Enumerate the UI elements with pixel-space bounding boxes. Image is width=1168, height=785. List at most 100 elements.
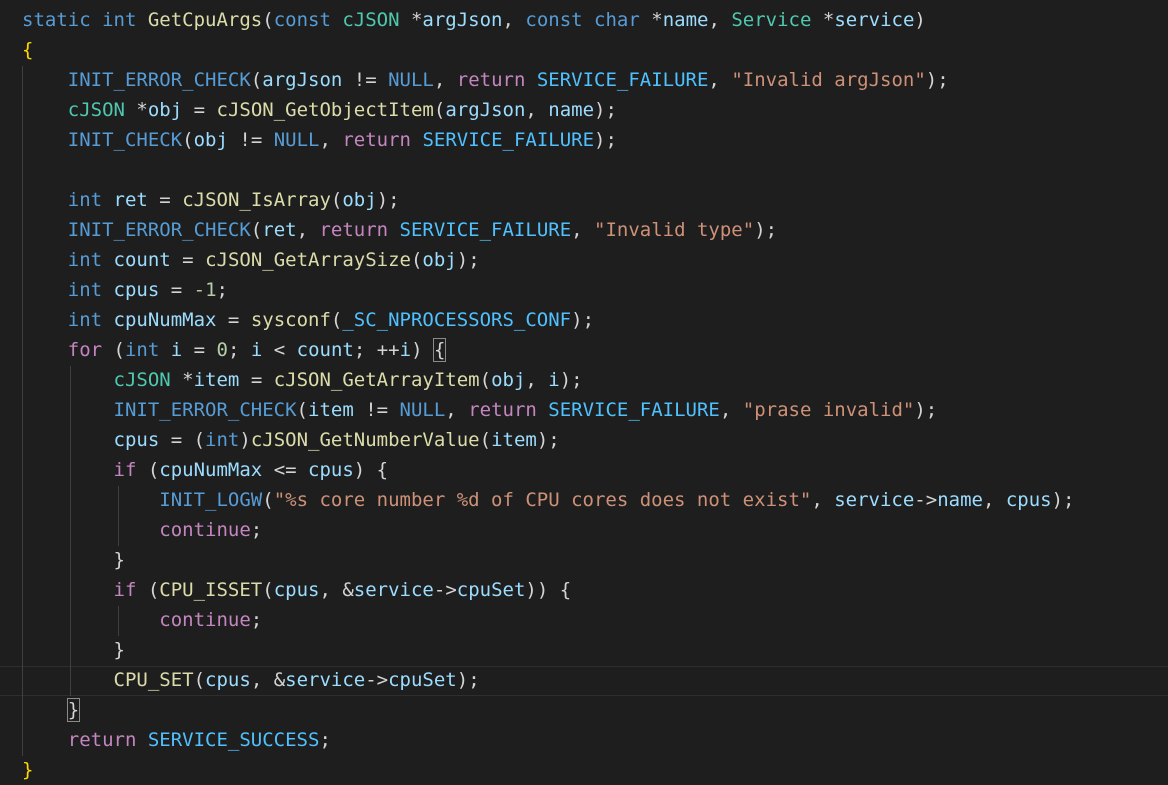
code-token: int	[67, 249, 114, 271]
code-line[interactable]: continue;	[22, 515, 262, 545]
code-line[interactable]: }	[22, 635, 125, 665]
code-line[interactable]: continue;	[22, 605, 262, 635]
code-token: ,	[433, 69, 457, 91]
code-token: );	[754, 219, 778, 241]
code-token: continue	[159, 609, 251, 631]
code-token: , &	[319, 579, 354, 601]
code-token: *	[410, 9, 423, 31]
code-token: ->	[433, 579, 457, 601]
code-token: ;	[250, 609, 263, 631]
code-line[interactable]: INIT_ERROR_CHECK(item != NULL, return SE…	[22, 395, 938, 425]
code-token: (	[250, 69, 263, 91]
code-token: ,	[525, 99, 549, 121]
code-token: "Invalid type"	[594, 219, 755, 241]
code-token: cpus	[308, 459, 354, 481]
code-token: int	[124, 339, 171, 361]
code-token: );	[914, 399, 938, 421]
code-token: obj	[342, 189, 377, 211]
code-line[interactable]: {	[22, 35, 33, 65]
code-token: }	[66, 698, 81, 722]
code-token: cJSON	[342, 9, 411, 31]
code-token: SERVICE_FAILURE	[536, 69, 709, 91]
code-line[interactable]: CPU_SET(cpus, &service->cpuSet);	[22, 665, 480, 695]
code-token: );	[456, 249, 480, 271]
code-token: return	[468, 399, 549, 421]
code-line[interactable]: cJSON *obj = cJSON_GetObjectItem(argJson…	[22, 95, 617, 125]
code-token: obj	[422, 249, 457, 271]
code-token: (	[182, 129, 194, 151]
code-line[interactable]: }	[22, 545, 125, 575]
code-token: (	[250, 219, 263, 241]
code-token: INIT_ERROR_CHECK	[113, 399, 297, 421]
code-token: (	[147, 459, 160, 481]
code-token: !=	[353, 399, 400, 421]
code-token: ;	[216, 279, 228, 301]
code-token: argJson	[445, 99, 526, 121]
code-token: );	[925, 69, 949, 91]
code-token: static int	[22, 9, 148, 31]
code-line[interactable]: int ret = cJSON_IsArray(obj);	[22, 185, 400, 215]
code-token: cJSON	[113, 369, 183, 391]
code-line[interactable]: if (CPU_ISSET(cpus, &service->cpuSet)) {	[22, 575, 572, 605]
code-line[interactable]: static int GetCpuArgs(const cJSON *argJs…	[22, 5, 926, 35]
code-token: SERVICE_FAILURE	[548, 399, 720, 421]
code-token: (	[262, 489, 274, 511]
code-token: return	[342, 129, 423, 151]
code-token: )) {	[525, 579, 572, 601]
code-token: (	[296, 399, 308, 421]
code-token: NULL	[388, 69, 434, 91]
code-token: *	[182, 369, 194, 391]
code-line[interactable]: if (cpuNumMax <= cpus) {	[22, 455, 389, 485]
code-token: ret	[262, 219, 297, 241]
code-line[interactable]: INIT_CHECK(obj != NULL, return SERVICE_F…	[22, 125, 617, 155]
code-line[interactable]: }	[22, 695, 81, 725]
code-line[interactable]: INIT_LOGW("%s core number %d of CPU core…	[22, 485, 1075, 515]
code-line[interactable]: INIT_ERROR_CHECK(ret, return SERVICE_FAI…	[22, 215, 777, 245]
code-line[interactable]: INIT_ERROR_CHECK(argJson != NULL, return…	[22, 65, 949, 95]
code-token: *	[136, 99, 148, 121]
code-token: -1	[193, 279, 217, 301]
code-token: sysconf	[250, 309, 331, 331]
code-line[interactable]: int cpus = -1;	[22, 275, 228, 305]
code-token: ,	[571, 219, 595, 241]
code-token: (	[262, 579, 274, 601]
code-token: service	[285, 669, 366, 691]
code-token: int	[67, 279, 114, 301]
code-token: );	[1051, 489, 1075, 511]
code-token: _SC_NPROCESSORS_CONF	[342, 309, 572, 331]
code-editor[interactable]: static int GetCpuArgs(const cJSON *argJs…	[0, 0, 1168, 781]
code-token: SERVICE_SUCCESS	[147, 729, 320, 751]
code-line[interactable]: int count = cJSON_GetArraySize(obj);	[22, 245, 480, 275]
code-token: continue	[159, 519, 251, 541]
code-token: for	[67, 339, 114, 361]
code-token: =	[239, 369, 274, 391]
code-token: cpus	[113, 279, 160, 301]
code-token: cJSON_IsArray	[182, 189, 331, 211]
code-line[interactable]: for (int i = 0; i < count; ++i) {	[22, 335, 447, 365]
code-token: NULL	[273, 129, 320, 151]
code-token: ,	[296, 219, 320, 241]
code-token: )	[239, 429, 251, 451]
code-token: service	[834, 489, 915, 511]
code-token: argJson	[422, 9, 503, 31]
code-token: (	[479, 369, 492, 391]
code-token: item	[308, 399, 354, 421]
code-line[interactable]: int cpuNumMax = sysconf(_SC_NPROCESSORS_…	[22, 305, 594, 335]
code-token: =	[170, 249, 206, 271]
code-token: const	[273, 9, 343, 31]
code-line[interactable]: cpus = (int)cJSON_GetNumberValue(item);	[22, 425, 560, 455]
code-token: )	[411, 339, 434, 361]
code-line[interactable]: return SERVICE_SUCCESS;	[22, 725, 331, 755]
code-line[interactable]: cJSON *item = cJSON_GetArrayItem(obj, i)…	[22, 365, 583, 395]
code-line[interactable]: }	[22, 755, 33, 785]
